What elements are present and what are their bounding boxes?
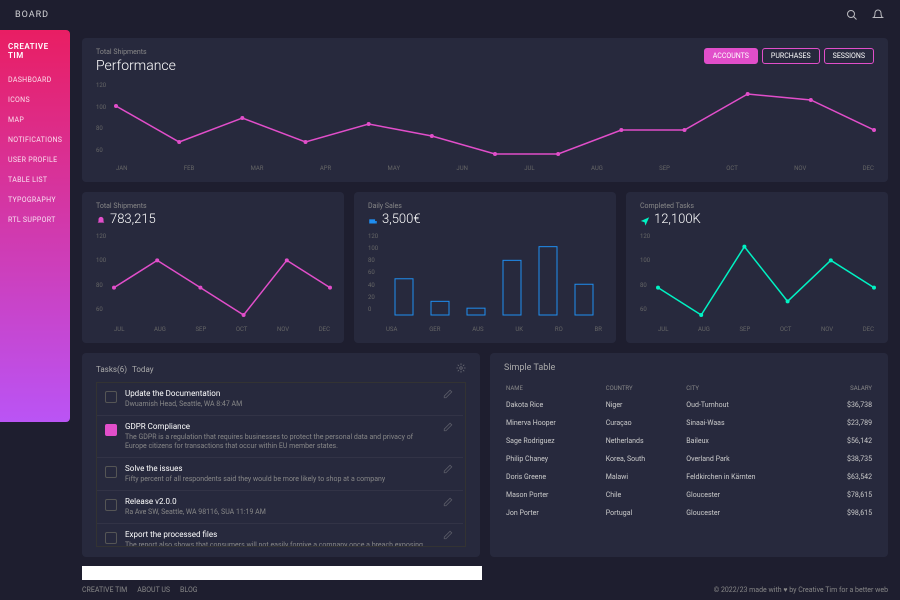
shipments-value: 783,215: [110, 212, 156, 227]
table-row: Mason PorterChileGloucester$78,615: [504, 486, 874, 504]
task-desc: The report also shows that consumers wil…: [125, 541, 435, 547]
sidebar-item-0[interactable]: DASHBOARD: [0, 70, 70, 90]
footer-link[interactable]: BLOG: [180, 586, 198, 594]
task-title: Update the Documentation: [125, 389, 435, 398]
performance-tabs: ACCOUNTSPURCHASESSESSIONS: [704, 48, 874, 64]
sales-label: Daily Sales: [368, 202, 602, 210]
sidebar-item-4[interactable]: USER PROFILE: [0, 150, 70, 170]
edit-icon[interactable]: [443, 530, 455, 542]
table-header: COUNTRY: [604, 381, 685, 396]
footer-link[interactable]: ABOUT US: [137, 586, 170, 594]
task-desc: Fifty percent of all respondents said th…: [125, 475, 435, 484]
sidebar-item-3[interactable]: NOTIFICATIONS: [0, 130, 70, 150]
task-item: Solve the issues Fifty percent of all res…: [97, 458, 463, 491]
footer-copyright: © 2022/23 made with ♥ by Creative Tim fo…: [714, 586, 888, 594]
gear-icon[interactable]: [456, 363, 466, 376]
task-title: Export the processed files: [125, 530, 435, 539]
edit-icon[interactable]: [443, 497, 455, 509]
task-desc: Ra Ave SW, Seattle, WA 98116, SUA 11:19 …: [125, 508, 435, 517]
shipments-card: Total Shipments 783,215 1201008060 JULAU…: [82, 192, 344, 343]
notifications-icon[interactable]: [871, 8, 885, 22]
tab-sessions[interactable]: SESSIONS: [824, 48, 874, 64]
shipments-label: Total Shipments: [96, 202, 330, 210]
table-row: Doris GreeneMalawiFeldkirchen in Kärnten…: [504, 468, 874, 486]
bell-icon: [96, 215, 106, 225]
table-card: Simple Table NAMECOUNTRYCITYSALARY Dakot…: [490, 353, 888, 557]
tasks-title: Tasks(6): [96, 365, 127, 374]
tab-purchases[interactable]: PURCHASES: [762, 48, 820, 64]
task-title: GDPR Compliance: [125, 422, 435, 431]
table-title: Simple Table: [504, 363, 874, 373]
edit-icon[interactable]: [443, 464, 455, 476]
task-title: Release v2.0.0: [125, 497, 435, 506]
table-row: Philip ChaneyKorea, SouthOverland Park$3…: [504, 450, 874, 468]
table-header: NAME: [504, 381, 604, 396]
send-icon: [640, 215, 650, 225]
sidebar-header: CREATIVE TIM: [0, 38, 70, 64]
task-desc: Dwuamish Head, Seattle, WA 8:47 AM: [125, 400, 435, 409]
sidebar-item-2[interactable]: MAP: [0, 110, 70, 130]
performance-subtitle: Total Shipments: [96, 48, 176, 56]
delivery-icon: [368, 215, 378, 225]
table-header: SALARY: [820, 381, 874, 396]
task-checkbox[interactable]: [105, 499, 117, 511]
tasks-chart: 1201008060 JULAUGSEPOCTNOVDEC: [640, 233, 874, 333]
sidebar-item-6[interactable]: TYPOGRAPHY: [0, 190, 70, 210]
tasks-card: Tasks(6) Today Update the Documentation D…: [82, 353, 480, 557]
task-list[interactable]: Update the Documentation Dwuamish Head, S…: [96, 382, 466, 547]
task-checkbox[interactable]: [105, 424, 117, 436]
brand: BOARD: [15, 10, 49, 20]
table-row: Jon PorterPortugalGloucester$98,615: [504, 504, 874, 522]
table-row: Sage RodriguezNetherlandsBaileux$56,142: [504, 432, 874, 450]
sidebar-item-1[interactable]: ICONS: [0, 90, 70, 110]
topbar-actions: [845, 8, 885, 22]
performance-chart: 1201008060 JANFEBMARAPRMAYJUNJULAUGSEPOC…: [96, 82, 874, 172]
main: Total Shipments Performance ACCOUNTSPURC…: [82, 30, 900, 567]
search-input[interactable]: [82, 566, 482, 580]
task-item: Export the processed files The report als…: [97, 524, 463, 547]
topbar: BOARD: [0, 0, 900, 30]
task-item: Release v2.0.0 Ra Ave SW, Seattle, WA 981…: [97, 491, 463, 524]
tasks-stat-value: 12,100K: [654, 212, 701, 227]
performance-card: Total Shipments Performance ACCOUNTSPURC…: [82, 38, 888, 182]
simple-table: NAMECOUNTRYCITYSALARY Dakota RiceNigerOu…: [504, 381, 874, 522]
task-desc: The GDPR is a regulation that requires b…: [125, 433, 435, 451]
task-item: Update the Documentation Dwuamish Head, S…: [97, 383, 463, 416]
table-header: CITY: [684, 381, 820, 396]
sidebar-item-7[interactable]: RTL SUPPORT: [0, 210, 70, 230]
sales-value: 3,500€: [382, 212, 421, 227]
performance-title: Performance: [96, 58, 176, 74]
table-row: Dakota RiceNigerOud-Turnhout$36,738: [504, 396, 874, 414]
tab-accounts[interactable]: ACCOUNTS: [704, 48, 758, 64]
footer: CREATIVE TIM ABOUT US BLOG © 2022/23 made …: [82, 586, 888, 594]
sales-card: Daily Sales 3,500€ 120100806040200 USAGE…: [354, 192, 616, 343]
tasks-stat-card: Completed Tasks 12,100K 1201008060 JULAU…: [626, 192, 888, 343]
footer-links: CREATIVE TIM ABOUT US BLOG: [82, 586, 198, 594]
task-checkbox[interactable]: [105, 391, 117, 403]
task-checkbox[interactable]: [105, 532, 117, 544]
shipments-chart: 1201008060 JULAUGSEPOCTNOVDEC: [96, 233, 330, 333]
search-icon[interactable]: [845, 8, 859, 22]
tasks-subtitle: Today: [132, 365, 154, 374]
sidebar-nav: DASHBOARDICONSMAPNOTIFICATIONSUSER PROFI…: [0, 70, 70, 230]
sidebar-item-5[interactable]: TABLE LIST: [0, 170, 70, 190]
edit-icon[interactable]: [443, 389, 455, 401]
tasks-stat-label: Completed Tasks: [640, 202, 874, 210]
footer-link[interactable]: CREATIVE TIM: [82, 586, 127, 594]
sidebar: CREATIVE TIM DASHBOARDICONSMAPNOTIFICATI…: [0, 30, 70, 422]
task-title: Solve the issues: [125, 464, 435, 473]
sales-chart: 120100806040200 USAGERAUSUKROBR: [368, 233, 602, 333]
task-checkbox[interactable]: [105, 466, 117, 478]
edit-icon[interactable]: [443, 422, 455, 434]
table-row: Minerva HooperCuraçaoSinaai-Waas$23,789: [504, 414, 874, 432]
task-item: GDPR Compliance The GDPR is a regulation …: [97, 416, 463, 458]
